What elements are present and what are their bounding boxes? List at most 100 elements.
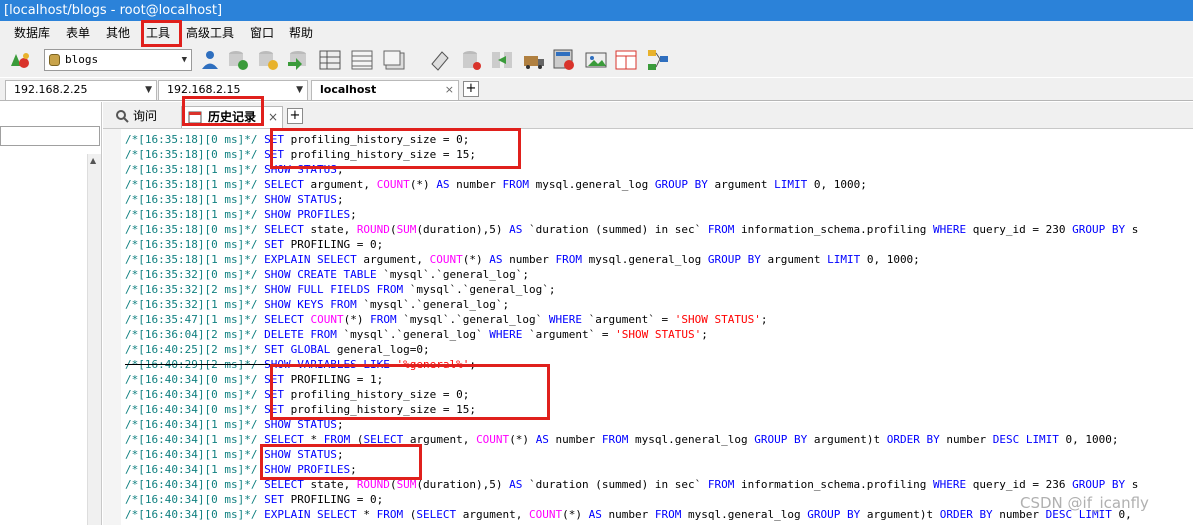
query-icon[interactable] <box>552 48 576 72</box>
history-log-line[interactable]: /*[16:35:18][1 ms]*/ EXPLAIN SELECT argu… <box>125 252 920 267</box>
sql-token: FROM <box>502 178 530 191</box>
sql-token: SHOW STATUS <box>264 163 337 176</box>
sql-token: EXPLAIN SELECT <box>264 508 357 521</box>
schema-icon[interactable] <box>428 48 452 72</box>
sql-token: SET <box>264 388 284 401</box>
sql-token: argument)t <box>860 508 940 521</box>
history-log-line[interactable]: /*[16:40:34][0 ms]*/ SET PROFILING = 1; <box>125 372 383 387</box>
history-log-line[interactable]: /*[16:40:34][1 ms]*/ SHOW STATUS; <box>125 447 344 462</box>
tab-connection-192-168-2-15[interactable]: 192.168.2.15 ▼ <box>158 80 308 100</box>
report-icon[interactable] <box>614 48 638 72</box>
connect-icon[interactable] <box>8 48 32 72</box>
sql-token: ; <box>350 208 357 221</box>
close-icon[interactable]: × <box>445 81 454 99</box>
history-log-line[interactable]: /*[16:35:32][1 ms]*/ SHOW KEYS FROM `mys… <box>125 297 509 312</box>
filter-input[interactable] <box>0 126 100 146</box>
history-log-line[interactable]: /*[16:40:34][1 ms]*/ SHOW STATUS; <box>125 417 344 432</box>
menu-item-forms[interactable]: 表单 <box>66 24 90 42</box>
menu-item-tools[interactable]: 工具 <box>146 24 170 42</box>
history-log-line[interactable]: /*[16:36:04][2 ms]*/ DELETE FROM `mysql`… <box>125 327 708 342</box>
menu-bar: 数据库 表单 其他 工具 高级工具 窗口 帮助 <box>0 21 1193 45</box>
image-icon[interactable] <box>584 48 608 72</box>
sql-token: '%general%' <box>396 358 470 371</box>
sql-token: SUM <box>396 223 417 236</box>
sql-token: SELECT <box>363 433 404 446</box>
database-select[interactable]: blogs ▼ <box>44 49 192 71</box>
sql-token: argument, <box>403 433 477 446</box>
history-log-line[interactable]: /*[16:35:18][1 ms]*/ SELECT argument, CO… <box>125 177 867 192</box>
sql-token: `argument` = <box>522 328 616 341</box>
sql-token: ; <box>336 163 344 176</box>
history-log-line[interactable]: /*[16:35:18][0 ms]*/ SET PROFILING = 0; <box>125 237 383 252</box>
sql-token: ( <box>403 508 417 521</box>
menu-item-other[interactable]: 其他 <box>106 24 130 42</box>
add-connection-tab-button[interactable]: + <box>463 81 479 97</box>
sql-token: ROUND <box>356 478 390 491</box>
backup-icon[interactable] <box>226 48 250 72</box>
scrollbar[interactable]: ▲ <box>87 154 101 525</box>
add-query-tab-button[interactable]: + <box>287 108 303 124</box>
tab-connection-localhost[interactable]: localhost × <box>311 80 459 100</box>
chevron-down-icon[interactable]: ▼ <box>296 81 303 99</box>
history-log-line[interactable]: /*[16:35:18][1 ms]*/ SHOW STATUS; <box>125 162 344 177</box>
history-log-line[interactable]: /*[16:40:25][2 ms]*/ SET GLOBAL general_… <box>125 342 430 357</box>
log-timestamp: /*[16:35:32][2 ms]*/ <box>125 283 258 296</box>
history-log-line[interactable]: /*[16:40:34][0 ms]*/ SET profiling_histo… <box>125 402 476 417</box>
data-sync-icon[interactable] <box>490 48 514 72</box>
log-timestamp: /*[16:40:34][0 ms]*/ <box>125 478 258 491</box>
sql-token: 0, 1000; <box>807 178 867 191</box>
history-log-line[interactable]: /*[16:35:47][1 ms]*/ SELECT COUNT(*) FRO… <box>125 312 767 327</box>
diagram-icon[interactable] <box>646 48 670 72</box>
sql-token: information_schema.profiling <box>734 223 934 236</box>
window-title: [localhost/blogs - root@localhost] <box>0 0 1193 21</box>
history-log-line[interactable]: /*[16:40:34][0 ms]*/ SET PROFILING = 0; <box>125 492 383 507</box>
history-log[interactable]: /*[16:35:18][0 ms]*/ SET profiling_histo… <box>103 128 1193 525</box>
sql-token: FROM <box>555 253 583 266</box>
scroll-up-icon[interactable]: ▲ <box>90 156 96 165</box>
history-log-line[interactable]: /*[16:35:18][1 ms]*/ SHOW STATUS; <box>125 192 344 207</box>
sql-token: SHOW CREATE TABLE <box>264 268 377 281</box>
menu-item-help[interactable]: 帮助 <box>289 24 313 42</box>
history-log-line[interactable]: /*[16:35:18][0 ms]*/ SELECT state, ROUND… <box>125 222 1138 237</box>
history-log-line[interactable]: /*[16:35:18][1 ms]*/ SHOW PROFILES; <box>125 207 357 222</box>
watermark: CSDN @if_icanfly <box>1020 494 1149 512</box>
grid-icon[interactable] <box>350 48 374 72</box>
grid-icon[interactable] <box>382 48 406 72</box>
table-icon[interactable] <box>318 48 342 72</box>
history-log-line[interactable]: /*[16:40:34][1 ms]*/ SELECT * FROM (SELE… <box>125 432 1119 447</box>
history-log-line[interactable]: /*[16:40:29][2 ms]*/ SHOW VARIABLES LIKE… <box>125 357 476 372</box>
migrate-icon[interactable] <box>522 48 546 72</box>
chevron-down-icon: ▼ <box>181 55 187 65</box>
sql-token: profiling_history_size = 0; <box>283 133 470 146</box>
menu-item-window[interactable]: 窗口 <box>250 24 274 42</box>
sql-token: ; <box>336 193 344 206</box>
sql-token: 0, 1000; <box>860 253 920 266</box>
history-log-line[interactable]: /*[16:40:34][0 ms]*/ EXPLAIN SELECT * FR… <box>125 507 1132 522</box>
history-log-line[interactable]: /*[16:35:18][0 ms]*/ SET profiling_histo… <box>125 147 476 162</box>
chevron-down-icon[interactable]: ▼ <box>145 81 152 99</box>
tab-history[interactable]: 历史记录 × <box>181 106 283 128</box>
import-icon[interactable] <box>286 48 310 72</box>
menu-item-database[interactable]: 数据库 <box>14 24 50 42</box>
restore-icon[interactable] <box>256 48 280 72</box>
menu-item-advanced-tools[interactable]: 高级工具 <box>186 24 234 42</box>
object-browser: ▲ <box>0 102 102 525</box>
history-log-line[interactable]: /*[16:40:34][1 ms]*/ SHOW PROFILES; <box>125 462 357 477</box>
tab-query[interactable]: 询问 <box>109 106 183 128</box>
log-timestamp: /*[16:35:18][1 ms]*/ <box>125 163 258 176</box>
query-tabs: 询问 历史记录 × + <box>103 102 1193 128</box>
sql-token: PROFILING = 0; <box>283 238 384 251</box>
history-log-line[interactable]: /*[16:40:34][0 ms]*/ SELECT state, ROUND… <box>125 477 1138 492</box>
history-log-line[interactable]: /*[16:35:18][0 ms]*/ SET profiling_histo… <box>125 132 469 147</box>
sql-token: SELECT <box>264 478 304 491</box>
close-icon[interactable]: × <box>268 107 278 127</box>
sync-icon[interactable] <box>460 48 484 72</box>
history-log-line[interactable]: /*[16:35:32][2 ms]*/ SHOW FULL FIELDS FR… <box>125 282 555 297</box>
sql-token: ; <box>701 328 708 341</box>
user-icon[interactable] <box>198 48 222 72</box>
history-log-line[interactable]: /*[16:35:32][0 ms]*/ SHOW CREATE TABLE `… <box>125 267 529 282</box>
tab-connection-192-168-2-25[interactable]: 192.168.2.25 ▼ <box>5 80 157 100</box>
log-timestamp: /*[16:40:34][0 ms]*/ <box>125 508 258 521</box>
sql-token: GROUP BY <box>1072 223 1126 236</box>
history-log-line[interactable]: /*[16:40:34][0 ms]*/ SET profiling_histo… <box>125 387 469 402</box>
